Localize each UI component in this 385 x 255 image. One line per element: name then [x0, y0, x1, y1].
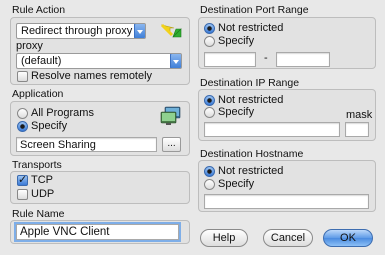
rule-action-title: Rule Action: [12, 4, 66, 16]
port-from-field[interactable]: [204, 52, 256, 67]
ip-not-restricted-label: Not restricted: [218, 94, 284, 106]
ip-not-restricted-radio[interactable]: [204, 95, 215, 106]
dest-port-title: Destination Port Range: [200, 4, 309, 16]
action-popup-value: Redirect through proxy: [21, 25, 133, 37]
port-not-restricted-label: Not restricted: [218, 22, 284, 34]
host-specify-label: Specify: [218, 178, 255, 190]
application-field[interactable]: Screen Sharing: [16, 137, 157, 152]
dest-ip-title: Destination IP Range: [200, 77, 300, 89]
application-title: Application: [12, 88, 64, 100]
all-programs-label: All Programs: [31, 107, 94, 119]
rule-name-field[interactable]: Apple VNC Client: [16, 224, 179, 240]
chevron-down-icon: [170, 54, 181, 68]
udp-label: UDP: [31, 188, 55, 200]
dest-host-title: Destination Hostname: [200, 148, 304, 160]
help-button[interactable]: Help: [200, 229, 248, 247]
action-popup[interactable]: Redirect through proxy: [16, 23, 146, 39]
screen-sharing-app-icon: [160, 106, 182, 126]
mask-label: mask: [346, 109, 373, 121]
tcp-label: TCP: [31, 174, 53, 186]
browse-button[interactable]: ...: [162, 137, 181, 152]
tcp-checkbox[interactable]: [17, 173, 28, 186]
app-specify-radio[interactable]: [17, 121, 28, 132]
chevron-down-icon: [134, 24, 145, 38]
ok-button[interactable]: OK: [323, 229, 373, 247]
port-range-separator: -: [264, 52, 268, 64]
ip-mask-field[interactable]: [345, 122, 369, 137]
port-not-restricted-radio[interactable]: [204, 23, 215, 34]
udp-checkbox[interactable]: [17, 189, 28, 200]
proxy-popup-value: (default): [21, 55, 62, 67]
ip-specify-radio[interactable]: [204, 107, 215, 118]
host-not-restricted-label: Not restricted: [218, 165, 284, 177]
transports-title: Transports: [12, 159, 62, 171]
port-to-field[interactable]: [276, 52, 330, 67]
host-not-restricted-radio[interactable]: [204, 166, 215, 177]
host-specify-radio[interactable]: [204, 179, 215, 190]
rule-name-title: Rule Name: [12, 208, 65, 220]
resolve-names-checkbox[interactable]: [17, 71, 28, 82]
ip-specify-label: Specify: [218, 106, 255, 118]
ip-address-field[interactable]: [204, 122, 340, 137]
proxy-label: proxy: [16, 40, 43, 52]
app-specify-label: Specify: [31, 120, 68, 132]
all-programs-radio[interactable]: [17, 108, 28, 119]
resolve-names-label: Resolve names remotely: [31, 70, 153, 82]
port-specify-label: Specify: [218, 35, 255, 47]
hostname-field[interactable]: [204, 194, 369, 209]
proxy-popup[interactable]: (default): [16, 53, 182, 69]
cancel-button[interactable]: Cancel: [263, 229, 313, 247]
port-specify-radio[interactable]: [204, 36, 215, 47]
arrows-redirect-icon: [160, 22, 184, 40]
